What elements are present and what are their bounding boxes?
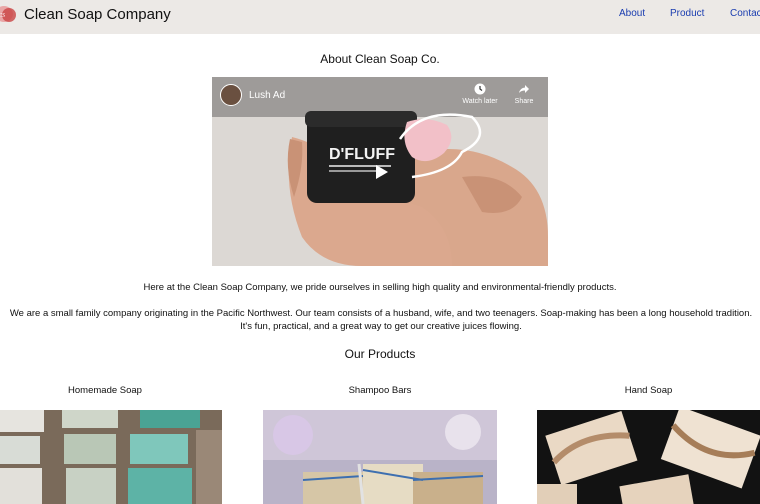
soap-logo-icon[interactable]: CS: [0, 4, 18, 24]
product-label-homemade-soap: Homemade Soap: [68, 385, 142, 396]
svg-text:CS: CS: [0, 13, 5, 19]
jar-label-text: D'FLUFF: [329, 146, 395, 163]
watch-later-label: Watch later: [462, 98, 498, 105]
embedded-video-player[interactable]: D'FLUFF Lush Ad Watch later Share: [212, 77, 548, 266]
product-label-shampoo-bars: Shampoo Bars: [348, 385, 412, 396]
share-arrow-icon: [519, 85, 529, 93]
nav-about-link[interactable]: About: [619, 8, 645, 19]
product-label-hand-soap: Hand Soap: [624, 385, 673, 396]
intro-text: Here at the Clean Soap Company, we pride…: [143, 282, 617, 293]
nav-contact-link[interactable]: Contac: [730, 8, 760, 19]
share-button[interactable]: Share: [510, 83, 538, 105]
about-heading: About Clean Soap Co.: [320, 52, 440, 66]
products-heading: Our Products: [344, 347, 416, 361]
product-image-hand-soap[interactable]: [537, 410, 760, 504]
video-title[interactable]: Lush Ad: [249, 90, 285, 101]
clock-icon: [474, 83, 486, 95]
share-label: Share: [514, 98, 534, 105]
about-description: We are a small family company originatin…: [9, 308, 753, 332]
nav-product-link[interactable]: Product: [670, 8, 704, 19]
site-header: CS Clean Soap Company About Product Cont…: [0, 0, 760, 34]
product-image-homemade-soap[interactable]: [0, 410, 222, 504]
site-brand[interactable]: Clean Soap Company: [24, 6, 171, 23]
channel-avatar[interactable]: [220, 84, 242, 106]
product-image-shampoo-bars[interactable]: [263, 410, 497, 504]
video-thumbnail: D'FLUFF: [212, 77, 548, 266]
watch-later-button[interactable]: Watch later: [456, 83, 504, 105]
